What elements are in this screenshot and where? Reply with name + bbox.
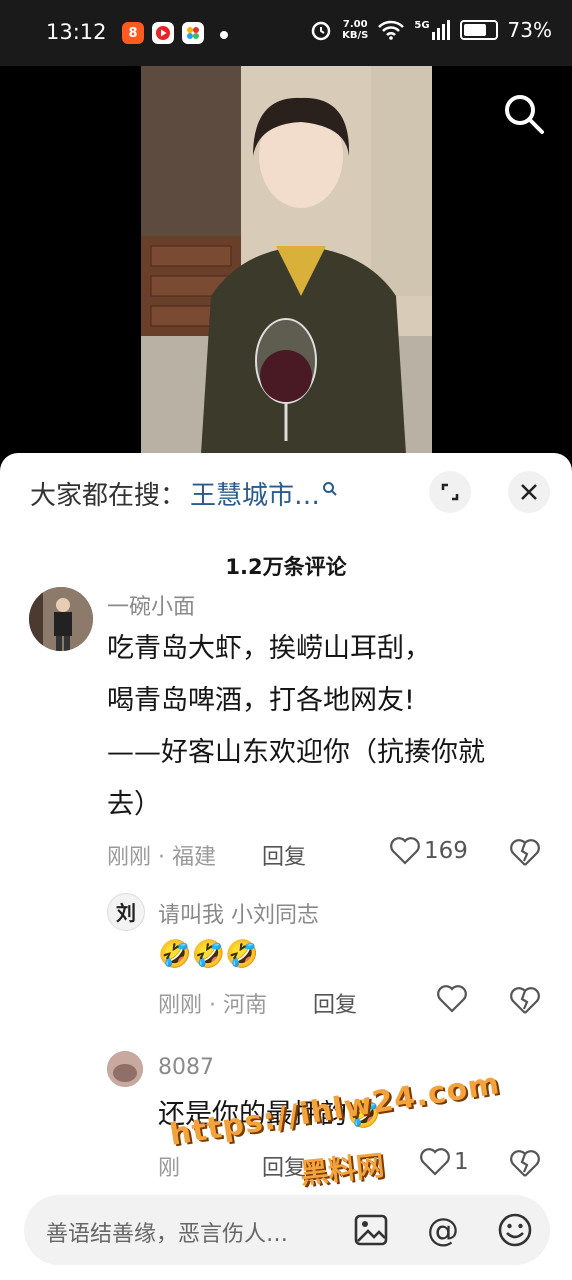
comment-sheet: 大家都在搜： 王慧城市… 1.2万条评论 一碗小面 吃青岛大虾，挨崂山耳刮， 喝… bbox=[0, 453, 572, 1280]
comment-line: 喝青岛啤酒，打各地网友! bbox=[107, 685, 415, 716]
app-red-icon: 8 bbox=[122, 22, 144, 44]
broken-heart-icon bbox=[510, 1150, 540, 1177]
comment-line: 去） bbox=[107, 789, 161, 820]
network-type: 5G bbox=[414, 20, 430, 31]
comment-input[interactable]: 善语结善缘，恶言伤人… @ bbox=[24, 1195, 550, 1265]
close-icon bbox=[521, 484, 537, 500]
emoji-icon[interactable] bbox=[496, 1211, 534, 1249]
svg-text:@: @ bbox=[427, 1211, 459, 1249]
search-icon[interactable] bbox=[502, 92, 546, 136]
avatar[interactable]: 刘 bbox=[107, 893, 145, 931]
expand-icon bbox=[441, 483, 459, 501]
comment-line: ——好客山东欢迎你（抗揍你就 bbox=[107, 737, 485, 768]
net-speed: 7.00 KB/S bbox=[342, 19, 368, 41]
avatar[interactable] bbox=[107, 1051, 143, 1087]
hot-search-label: 大家都在搜： bbox=[30, 481, 187, 511]
net-speed-value: 7.00 bbox=[342, 19, 368, 30]
like-button[interactable] bbox=[437, 985, 471, 1013]
small-search-icon bbox=[323, 481, 337, 496]
cellular-signal: 5G bbox=[414, 20, 450, 40]
battery-icon bbox=[459, 20, 498, 40]
comment-username[interactable]: 请叫我 小刘同志 bbox=[158, 897, 319, 929]
comment-line: 吃青岛大虾，挨崂山耳刮， bbox=[107, 633, 431, 664]
status-bar: 13:12 8 7.00 KB/S 5G 73% bbox=[0, 0, 572, 66]
comment-time-location: 刚 bbox=[158, 1156, 181, 1181]
heart-icon bbox=[437, 985, 467, 1013]
svg-text:刘: 刘 bbox=[116, 901, 136, 925]
avatar[interactable] bbox=[29, 587, 93, 651]
comment-input-placeholder: 善语结善缘，恶言伤人… bbox=[46, 1222, 289, 1247]
comment-username[interactable]: 一碗小面 bbox=[107, 589, 195, 621]
image-icon[interactable] bbox=[352, 1211, 390, 1249]
like-button[interactable]: 169 bbox=[390, 837, 468, 865]
comment-text: 吃青岛大虾，挨崂山耳刮， 喝青岛啤酒，打各地网友! ——好客山东欢迎你（抗揍你就… bbox=[107, 623, 485, 831]
comment-text: 🤣🤣🤣 bbox=[158, 939, 259, 970]
dislike-button[interactable] bbox=[510, 987, 540, 1019]
video-frame bbox=[141, 66, 432, 454]
net-speed-unit: KB/S bbox=[342, 30, 369, 41]
broken-heart-icon bbox=[510, 839, 540, 866]
comment-username[interactable]: 8087 bbox=[158, 1055, 214, 1080]
dislike-button[interactable] bbox=[510, 1150, 540, 1182]
reply-button[interactable]: 回复 bbox=[313, 987, 357, 1019]
hot-search-term[interactable]: 王慧城市… bbox=[190, 475, 320, 512]
like-count: 1 bbox=[454, 1149, 469, 1175]
dislike-button[interactable] bbox=[510, 839, 540, 871]
video-thumbnail bbox=[141, 66, 432, 454]
reply-button[interactable]: 回复 bbox=[262, 839, 306, 871]
battery-percent: 73% bbox=[507, 18, 552, 42]
notification-dot bbox=[220, 31, 228, 39]
like-count: 169 bbox=[424, 838, 468, 864]
status-indicators: 7.00 KB/S 5G 73% bbox=[310, 18, 552, 42]
comment-time-location: 刚刚 · 河南 bbox=[158, 993, 267, 1018]
broken-heart-icon bbox=[510, 987, 540, 1014]
colorful-app-icon bbox=[182, 22, 204, 44]
like-button[interactable]: 1 bbox=[420, 1148, 469, 1176]
video-player[interactable] bbox=[0, 66, 572, 466]
close-button[interactable] bbox=[508, 471, 550, 513]
heart-icon bbox=[420, 1148, 450, 1176]
mention-icon[interactable]: @ bbox=[424, 1211, 462, 1249]
expand-button[interactable] bbox=[429, 471, 471, 513]
status-time: 13:12 bbox=[46, 20, 107, 44]
comment-time-location: 刚刚 · 福建 bbox=[107, 845, 216, 870]
video-play-icon bbox=[152, 22, 174, 44]
alarm-icon bbox=[311, 21, 331, 41]
comment-count: 1.2万条评论 bbox=[225, 555, 347, 579]
heart-icon bbox=[390, 837, 420, 865]
wifi-icon bbox=[378, 20, 405, 40]
hot-search-bar[interactable]: 大家都在搜： 王慧城市… bbox=[30, 475, 338, 512]
